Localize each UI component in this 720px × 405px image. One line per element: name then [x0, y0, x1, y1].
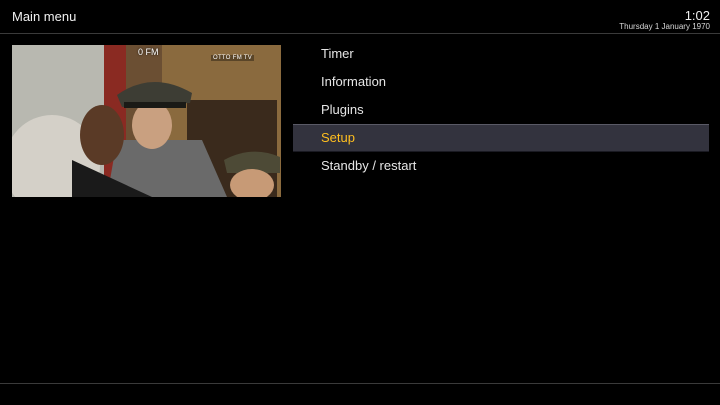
menu-item-plugins[interactable]: Plugins: [293, 96, 709, 124]
menu-item-label: Standby / restart: [321, 158, 417, 173]
menu-item-information[interactable]: Information: [293, 68, 709, 96]
menu-item-label: Plugins: [321, 102, 364, 117]
tv-picture: [12, 45, 281, 197]
footer-divider: [0, 383, 720, 384]
clock-time: 1:02: [684, 8, 710, 23]
clock-date: Thursday 1 January 1970: [619, 22, 710, 31]
main-menu-list: Timer Information Plugins Setup Standby …: [293, 40, 709, 180]
channel-logo: OTTO FM TV: [211, 55, 255, 61]
menu-item-label: Information: [321, 74, 387, 89]
header-bar: Main menu 1:02 Thursday 1 January 1970: [0, 0, 720, 33]
menu-item-label: Timer: [321, 46, 354, 61]
header-divider: [0, 33, 720, 34]
menu-item-timer[interactable]: Timer: [293, 40, 709, 68]
menu-item-setup[interactable]: Setup: [293, 124, 709, 152]
osd-time-overlay: 0 FM: [138, 47, 159, 57]
page-title: Main menu: [12, 9, 77, 24]
menu-item-standby-restart[interactable]: Standby / restart: [293, 152, 709, 180]
tv-preview-window: 0 FM OTTO FM TV: [12, 45, 281, 197]
menu-item-label: Setup: [321, 130, 355, 145]
